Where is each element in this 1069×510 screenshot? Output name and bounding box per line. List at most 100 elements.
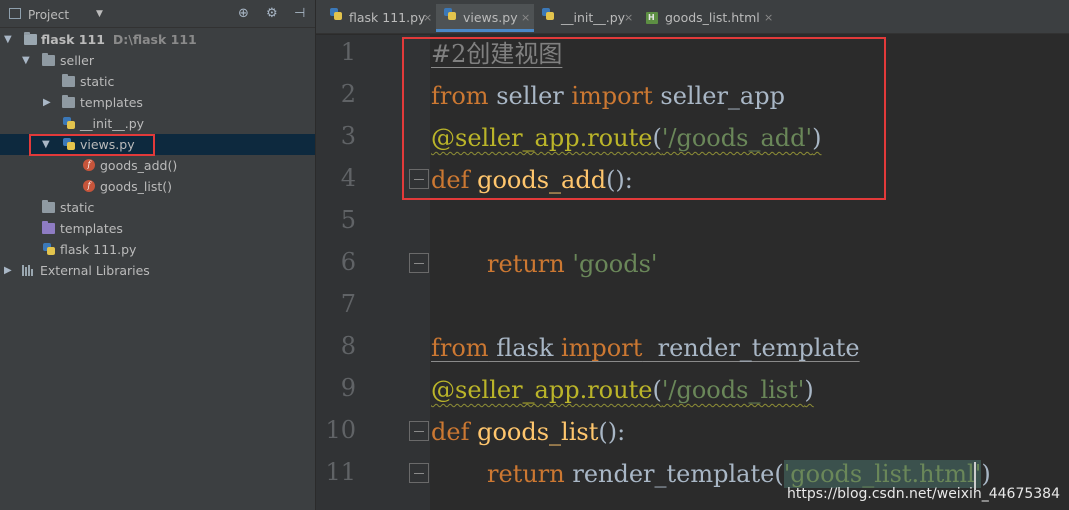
expand-arrow-icon[interactable]: ▶	[4, 260, 12, 281]
line-number: 1	[340, 38, 356, 66]
fold-marker-icon[interactable]	[409, 463, 429, 483]
close-icon[interactable]: ×	[624, 4, 633, 32]
close-icon[interactable]: ×	[423, 4, 432, 32]
function-name: goods_list	[469, 418, 599, 446]
library-icon	[22, 265, 35, 276]
tree-item-seller-static[interactable]: static	[0, 71, 315, 92]
project-view-icon	[9, 8, 21, 19]
python-file-icon	[330, 8, 342, 20]
line-number: 4	[340, 164, 356, 192]
tree-item-label: templates	[60, 221, 123, 236]
tab-label: goods_list.html	[665, 10, 760, 25]
import-name: render_template	[642, 334, 860, 362]
close-icon[interactable]: ×	[764, 4, 773, 32]
code-highlight-box	[402, 37, 886, 200]
paren: )	[981, 460, 991, 488]
line-number: 10	[325, 416, 356, 444]
tree-item-seller[interactable]: ▼ seller	[0, 50, 315, 71]
folder-icon	[62, 74, 75, 87]
tree-item-external-libraries[interactable]: ▶ External Libraries	[0, 260, 315, 281]
tab-views-py[interactable]: views.py ×	[436, 4, 534, 32]
line-number: 11	[325, 458, 356, 486]
project-panel-title[interactable]: Project	[28, 8, 69, 22]
templates-folder-icon	[42, 221, 55, 234]
project-view-dropdown-icon[interactable]: ▼	[96, 9, 103, 19]
code-line-10: def goods_list():	[431, 415, 625, 449]
decorator: @seller_app.route('/goods_list')	[431, 376, 814, 404]
python-file-icon	[43, 243, 55, 255]
route-string: '/goods_list'	[661, 376, 805, 404]
unused-import-statement: from flask import render_template	[431, 334, 860, 362]
expand-arrow-icon[interactable]: ▶	[43, 92, 51, 113]
code-line-6: return 'goods'	[487, 247, 657, 281]
tree-item-label: External Libraries	[40, 263, 150, 278]
project-panel-header: Project ▼ ⊕ ⚙ ⊣	[0, 0, 315, 28]
tree-item-flask-111-py[interactable]: flask 111.py	[0, 239, 315, 260]
folder-icon	[42, 200, 55, 213]
tree-item-label: seller	[60, 53, 94, 68]
keyword-def: def	[431, 418, 470, 446]
keyword-from: from	[431, 334, 489, 362]
return-string: 'goods'	[564, 250, 658, 278]
keyword-return: return	[487, 250, 565, 278]
python-file-icon	[542, 8, 554, 20]
editor-tab-bar: flask 111.py × views.py × __init__.py × …	[316, 0, 1069, 34]
tree-item-label: static	[80, 74, 115, 89]
gear-icon[interactable]: ⚙	[266, 6, 278, 21]
template-string-body: 'goods_list.html	[783, 460, 975, 488]
template-string: 'goods_list.html'	[783, 460, 982, 490]
tab-label: views.py	[463, 10, 518, 25]
tree-item-templates[interactable]: templates	[0, 218, 315, 239]
tree-item-label: goods_list()	[100, 179, 173, 194]
tree-item-label: __init__.py	[80, 116, 145, 131]
python-file-icon	[63, 117, 75, 129]
views-py-highlight-box	[29, 134, 155, 156]
tab-init-py[interactable]: __init__.py ×	[534, 4, 638, 32]
scroll-from-source-icon[interactable]: ⊕	[238, 6, 249, 21]
code-line-8: from flask import render_template	[431, 331, 860, 365]
line-number: 7	[340, 290, 356, 318]
collapse-arrow-icon[interactable]: ▼	[4, 29, 12, 50]
tree-item-static[interactable]: static	[0, 197, 315, 218]
module-name: flask	[488, 334, 561, 362]
function-signature-tail: ():	[598, 418, 626, 446]
keyword-return: return	[487, 460, 565, 488]
tree-item-goods-list[interactable]: f goods_list()	[0, 176, 315, 197]
line-number: 6	[340, 248, 356, 276]
hide-panel-icon[interactable]: ⊣	[294, 6, 305, 21]
collapse-arrow-icon[interactable]: ▼	[22, 50, 30, 71]
tree-item-label: flask 111	[41, 32, 105, 47]
fold-marker-icon[interactable]	[409, 253, 429, 273]
project-panel: Project ▼ ⊕ ⚙ ⊣ ▼ flask 111 D:\flask 111 …	[0, 0, 315, 510]
paren: (	[652, 376, 662, 404]
paren: )	[804, 376, 814, 404]
keyword-import: import	[561, 334, 643, 362]
line-number: 2	[340, 80, 356, 108]
watermark: https://blog.csdn.net/weixin_44675384	[786, 486, 1060, 502]
line-number: 5	[340, 206, 356, 234]
decorator-name: @seller_app.route	[431, 376, 653, 404]
html-file-icon	[646, 4, 658, 32]
tab-goods-list-html[interactable]: goods_list.html ×	[638, 4, 778, 32]
tree-item-project-root[interactable]: ▼ flask 111 D:\flask 111	[0, 29, 315, 50]
fold-marker-icon[interactable]	[409, 421, 429, 441]
line-number: 9	[340, 374, 356, 402]
function-icon: f	[83, 180, 95, 192]
tree-item-label: goods_add()	[100, 158, 178, 173]
tab-flask-111-py[interactable]: flask 111.py ×	[322, 4, 436, 32]
folder-icon	[42, 53, 55, 66]
folder-icon	[62, 95, 75, 108]
tree-item-init-py[interactable]: __init__.py	[0, 113, 315, 134]
tab-label: __init__.py	[561, 10, 626, 25]
folder-icon	[24, 32, 37, 45]
code-line-9: @seller_app.route('/goods_list')	[431, 373, 814, 407]
function-icon: f	[83, 159, 95, 171]
tree-item-goods-add[interactable]: f goods_add()	[0, 155, 315, 176]
python-file-icon	[444, 8, 456, 20]
line-number: 8	[340, 332, 356, 360]
tree-item-seller-templates[interactable]: ▶ templates	[0, 92, 315, 113]
tree-item-label: templates	[80, 95, 143, 110]
close-icon[interactable]: ×	[521, 4, 530, 32]
render-call: render_template(	[564, 460, 784, 488]
tree-item-label: flask 111.py	[60, 242, 137, 257]
